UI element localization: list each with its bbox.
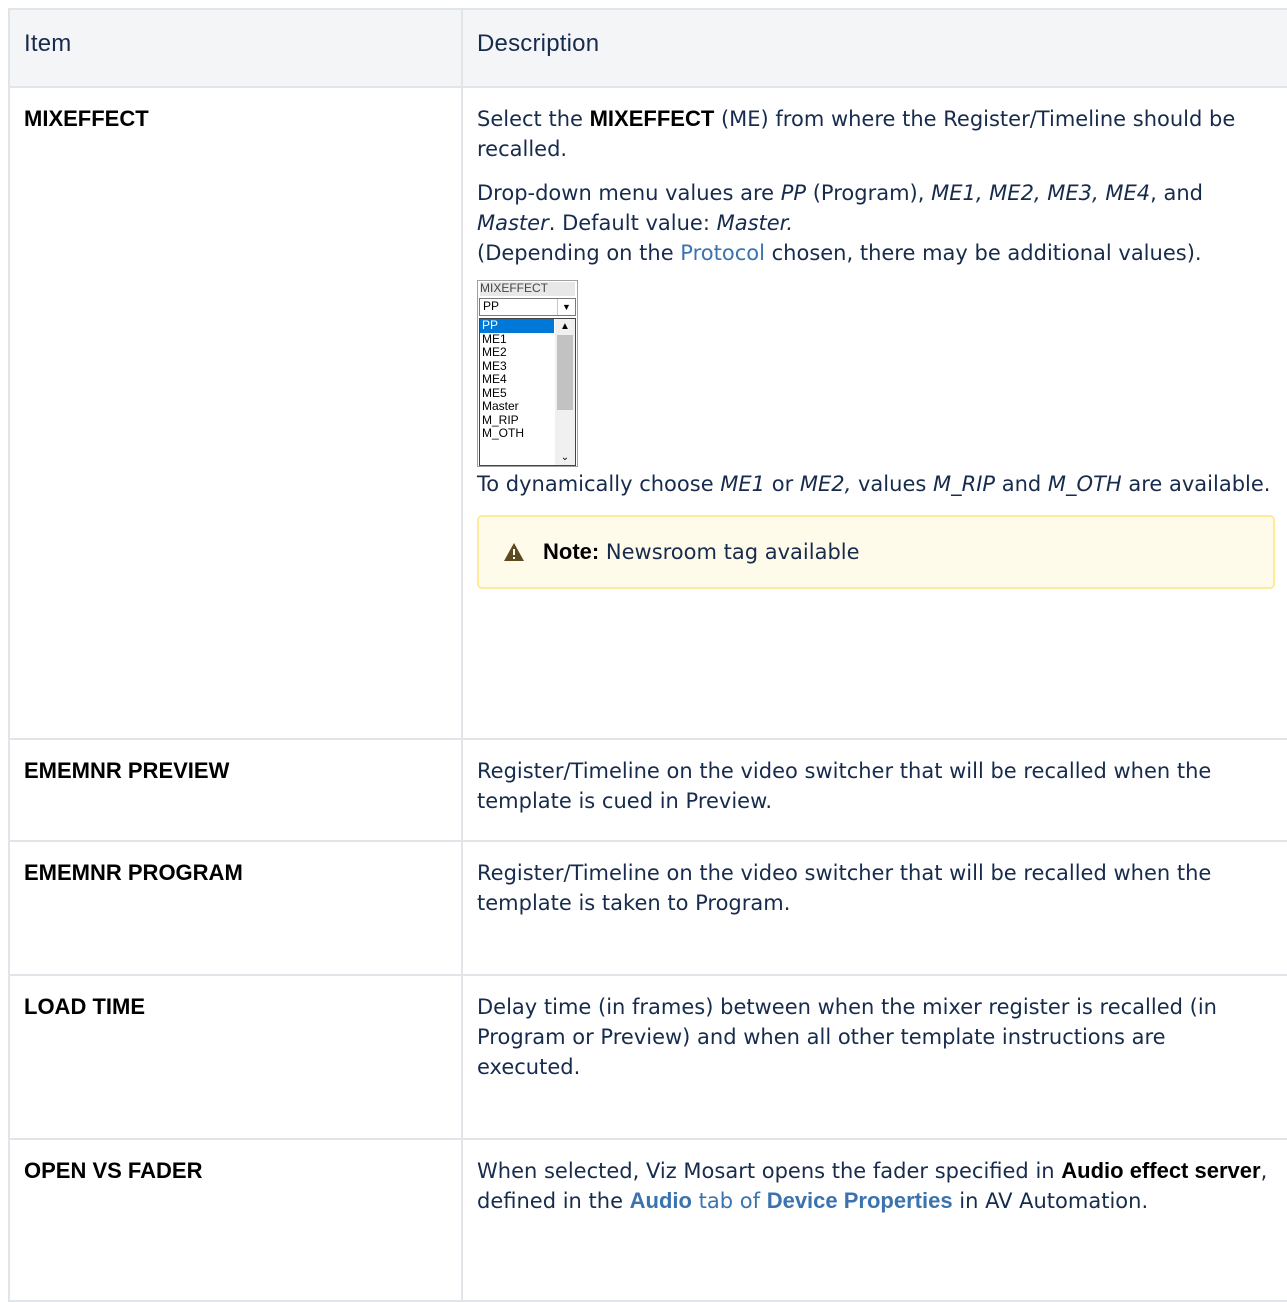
header-item: Item [8,8,463,88]
description-ememnr-preview: Register/Timeline on the video switcher … [461,738,1287,842]
dropdown-scrollbar: ▲ ⌄ [555,319,575,465]
mixeffect-dropdown-screenshot: MIXEFFECT PP ▼ PP ME1 ME2 ME3 ME4 ME5 Ma… [477,280,578,467]
item-load-time: LOAD TIME [8,974,463,1140]
description-load-time: Delay time (in frames) between when the … [461,974,1287,1140]
item-mixeffect: MIXEFFECT [8,86,463,740]
dropdown-option: ME1 [482,331,507,346]
header-description: Description [461,8,1287,88]
table-row: OPEN VS FADER When selected, Viz Mosart … [8,1138,1287,1302]
dropdown-option: ME3 [482,358,507,373]
chevron-up-icon: ▲ [560,321,570,332]
dropdown-selected-field: PP ▼ [479,298,576,316]
description-open-vs-fader: When selected, Viz Mosart opens the fade… [461,1138,1287,1302]
dropdown-options-list: PP ME1 ME2 ME3 ME4 ME5 Master M_RIP M_OT… [479,318,576,466]
table-row: LOAD TIME Delay time (in frames) between… [8,974,1287,1140]
mixeffect-paragraph-1: Select the MIXEFFECT (ME) from where the… [477,106,1236,161]
parameter-table: Item Description MIXEFFECT Select the MI… [8,8,1287,1302]
dropdown-option: M_OTH [482,426,524,440]
dropdown-option: ME2 [482,345,507,359]
description-ememnr-program: Register/Timeline on the video switcher … [461,840,1287,976]
chevron-down-icon: ⌄ [560,452,570,463]
dropdown-option: PP [480,319,554,333]
warning-icon [504,543,524,561]
dropdown-option: ME4 [482,372,507,386]
table-row: EMEMNR PREVIEW Register/Timeline on the … [8,738,1287,842]
dropdown-selected-value: PP [483,299,500,313]
description-mixeffect: Select the MIXEFFECT (ME) from where the… [461,86,1287,740]
table-row: EMEMNR PROGRAM Register/Timeline on the … [8,840,1287,976]
note-box: Note: Newsroom tag available [477,515,1275,589]
dropdown-option: M_RIP [482,412,519,427]
item-ememnr-preview: EMEMNR PREVIEW [8,738,463,842]
dropdown-option: ME5 [482,385,507,400]
scrollbar-thumb [557,335,573,410]
audio-link[interactable]: Audio [630,1188,692,1213]
table-row: MIXEFFECT Select the MIXEFFECT (ME) from… [8,86,1287,740]
protocol-link[interactable]: Protocol [680,241,765,265]
dropdown-label: MIXEFFECT [480,282,575,296]
mixeffect-paragraph-2: Drop-down menu values are PP (Program), … [477,181,1203,265]
mixeffect-paragraph-4: To dynamically choose ME1 or ME2, values… [477,472,1271,496]
dropdown-option: Master [482,399,519,413]
device-properties-link[interactable]: Device Properties [767,1188,953,1213]
item-ememnr-program: EMEMNR PROGRAM [8,840,463,976]
item-open-vs-fader: OPEN VS FADER [8,1138,463,1302]
chevron-down-icon: ▼ [557,299,575,315]
note-text: Note: Newsroom tag available [543,539,860,564]
tab-of-link-text[interactable]: tab of [692,1189,767,1213]
